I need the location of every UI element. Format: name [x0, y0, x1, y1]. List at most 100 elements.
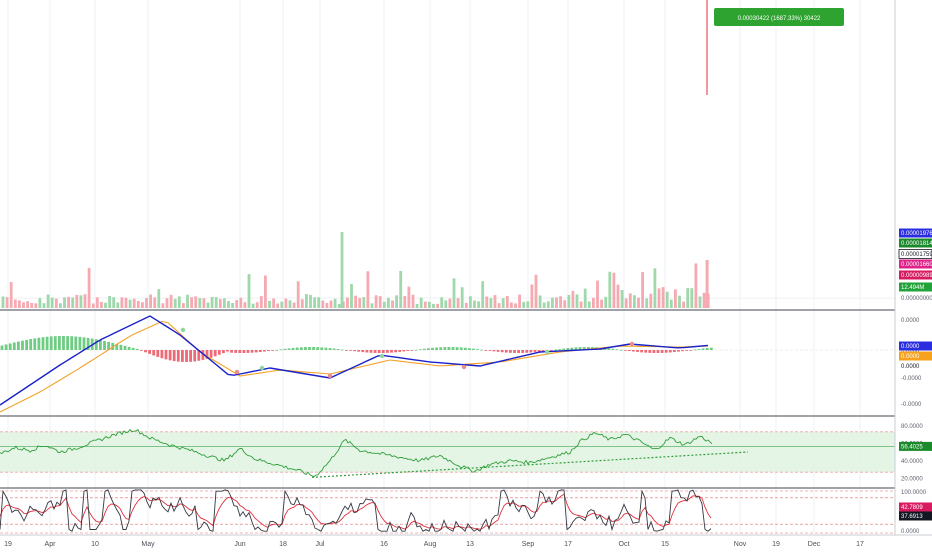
date-axis-label-8: Aug — [424, 541, 437, 548]
volume-bar-26 — [108, 295, 111, 308]
volume-bar-118 — [485, 296, 489, 308]
volume-bar-91 — [374, 295, 378, 308]
volume-bar-96 — [395, 295, 398, 308]
price-tag-7-text: 12.494M — [901, 285, 924, 291]
price-tag-6-text: 0.00000989 — [901, 273, 932, 279]
macd-hist-77 — [316, 347, 320, 350]
macd-hist-55 — [226, 350, 229, 352]
volume-bar-39 — [161, 303, 165, 308]
macd-hist-108 — [443, 347, 447, 350]
volume-bar-168 — [690, 288, 694, 308]
price-axis-label-0: 0.00000000 — [901, 296, 932, 302]
volume-bar-130 — [534, 274, 538, 308]
stoch-axis-label-0: 100.0000 — [901, 490, 927, 496]
volume-bar-145 — [596, 280, 599, 308]
volume-bar-65 — [268, 300, 271, 308]
volume-bar-6 — [26, 301, 29, 308]
macd-hist-35 — [144, 350, 147, 353]
macd-hist-91 — [373, 350, 377, 353]
volume-bar-117 — [481, 281, 485, 308]
macd-hist-29 — [119, 344, 123, 350]
volume-bar-72 — [296, 281, 300, 308]
volume-bar-121 — [497, 303, 501, 308]
volume-bar-81 — [333, 298, 337, 308]
stoch-tag-1-text: 37.6913 — [901, 514, 923, 520]
macd-hist-171 — [701, 348, 705, 350]
macd-hist-157 — [644, 350, 648, 353]
macd-hist-94 — [386, 350, 389, 353]
volume-bar-67 — [276, 303, 280, 308]
macd-hist-151 — [619, 349, 623, 351]
macd-hist-68 — [279, 349, 283, 351]
macd-hist-101 — [414, 349, 418, 351]
macd-hist-156 — [640, 350, 643, 353]
macd-hist-80 — [328, 348, 332, 350]
volume-bar-132 — [542, 302, 546, 308]
volume-bar-126 — [518, 294, 521, 308]
volume-bar-104 — [428, 301, 431, 308]
volume-bar-160 — [657, 288, 661, 308]
macd-hist-95 — [390, 350, 393, 353]
macd-hist-18 — [74, 336, 78, 350]
macd-hist-12 — [49, 336, 53, 350]
macd-cross-dot-6 — [544, 349, 550, 355]
macd-hist-112 — [459, 347, 463, 350]
volume-bar-113 — [464, 302, 468, 308]
macd-hist-110 — [451, 347, 455, 350]
date-axis-label-7: 16 — [380, 541, 388, 548]
volume-bar-103 — [423, 301, 427, 308]
volume-bar-92 — [378, 296, 382, 308]
volume-bar-75 — [309, 294, 312, 308]
macd-hist-32 — [131, 347, 135, 350]
macd-hist-57 — [234, 350, 238, 353]
price-tag-5-text: 0.00001660 — [901, 262, 932, 268]
macd-hist-1 — [4, 344, 8, 350]
macd-tag-0-text: 0.0000 — [901, 344, 920, 350]
volume-bar-115 — [473, 300, 476, 308]
macd-hist-96 — [394, 350, 397, 353]
volume-bar-161 — [661, 287, 665, 308]
volume-bar-45 — [186, 294, 189, 308]
macd-hist-41 — [168, 350, 172, 361]
macd-hist-56 — [230, 350, 233, 353]
volume-bar-82 — [337, 303, 341, 308]
volume-bar-167 — [686, 287, 690, 308]
macd-hist-148 — [607, 348, 611, 350]
macd-hist-158 — [648, 350, 652, 353]
date-axis-label-1: Apr — [45, 541, 57, 548]
volume-bar-1 — [5, 297, 9, 308]
macd-hist-172 — [705, 348, 709, 350]
volume-bar-27 — [112, 297, 116, 308]
macd-hist-7 — [29, 339, 33, 350]
macd-hist-164 — [673, 350, 676, 353]
volume-bar-55 — [227, 301, 230, 308]
macd-hist-2 — [8, 343, 12, 350]
macd-hist-118 — [484, 350, 488, 351]
macd-hist-65 — [267, 350, 270, 352]
volume-bar-23 — [95, 297, 99, 308]
volume-bar-159 — [653, 268, 657, 308]
macd-hist-100 — [410, 350, 414, 351]
macd-hist-105 — [431, 347, 434, 350]
macd-axis-label-2: -0.0000 — [901, 376, 922, 382]
macd-hist-121 — [496, 350, 500, 352]
volume-bar-46 — [190, 297, 193, 308]
volume-bar-100 — [411, 294, 415, 308]
volume-bar-143 — [587, 301, 591, 308]
volume-bar-5 — [22, 302, 25, 308]
tradingview-chart: 0.00030422 (1687.33%) 30422 0.00000000 0.0… — [0, 0, 932, 550]
volume-bar-10 — [42, 303, 46, 308]
macd-hist-104 — [427, 348, 430, 350]
macd-hist-40 — [164, 350, 168, 360]
volume-bar-8 — [34, 303, 38, 308]
volume-bar-156 — [641, 272, 644, 308]
volume-bar-122 — [501, 298, 505, 308]
macd-hist-42 — [172, 350, 176, 362]
macd-hist-16 — [66, 336, 69, 350]
date-axis-label-0: 19 — [4, 541, 12, 548]
macd-hist-107 — [439, 347, 443, 350]
price-tag-3-text: 0.00001814 — [901, 241, 932, 247]
volume-bar-97 — [399, 270, 403, 308]
date-axis-label-11: 17 — [564, 541, 572, 548]
chart-root: 0.00030422 (1687.33%) 30422 0.00000000 0.0… — [0, 0, 932, 550]
